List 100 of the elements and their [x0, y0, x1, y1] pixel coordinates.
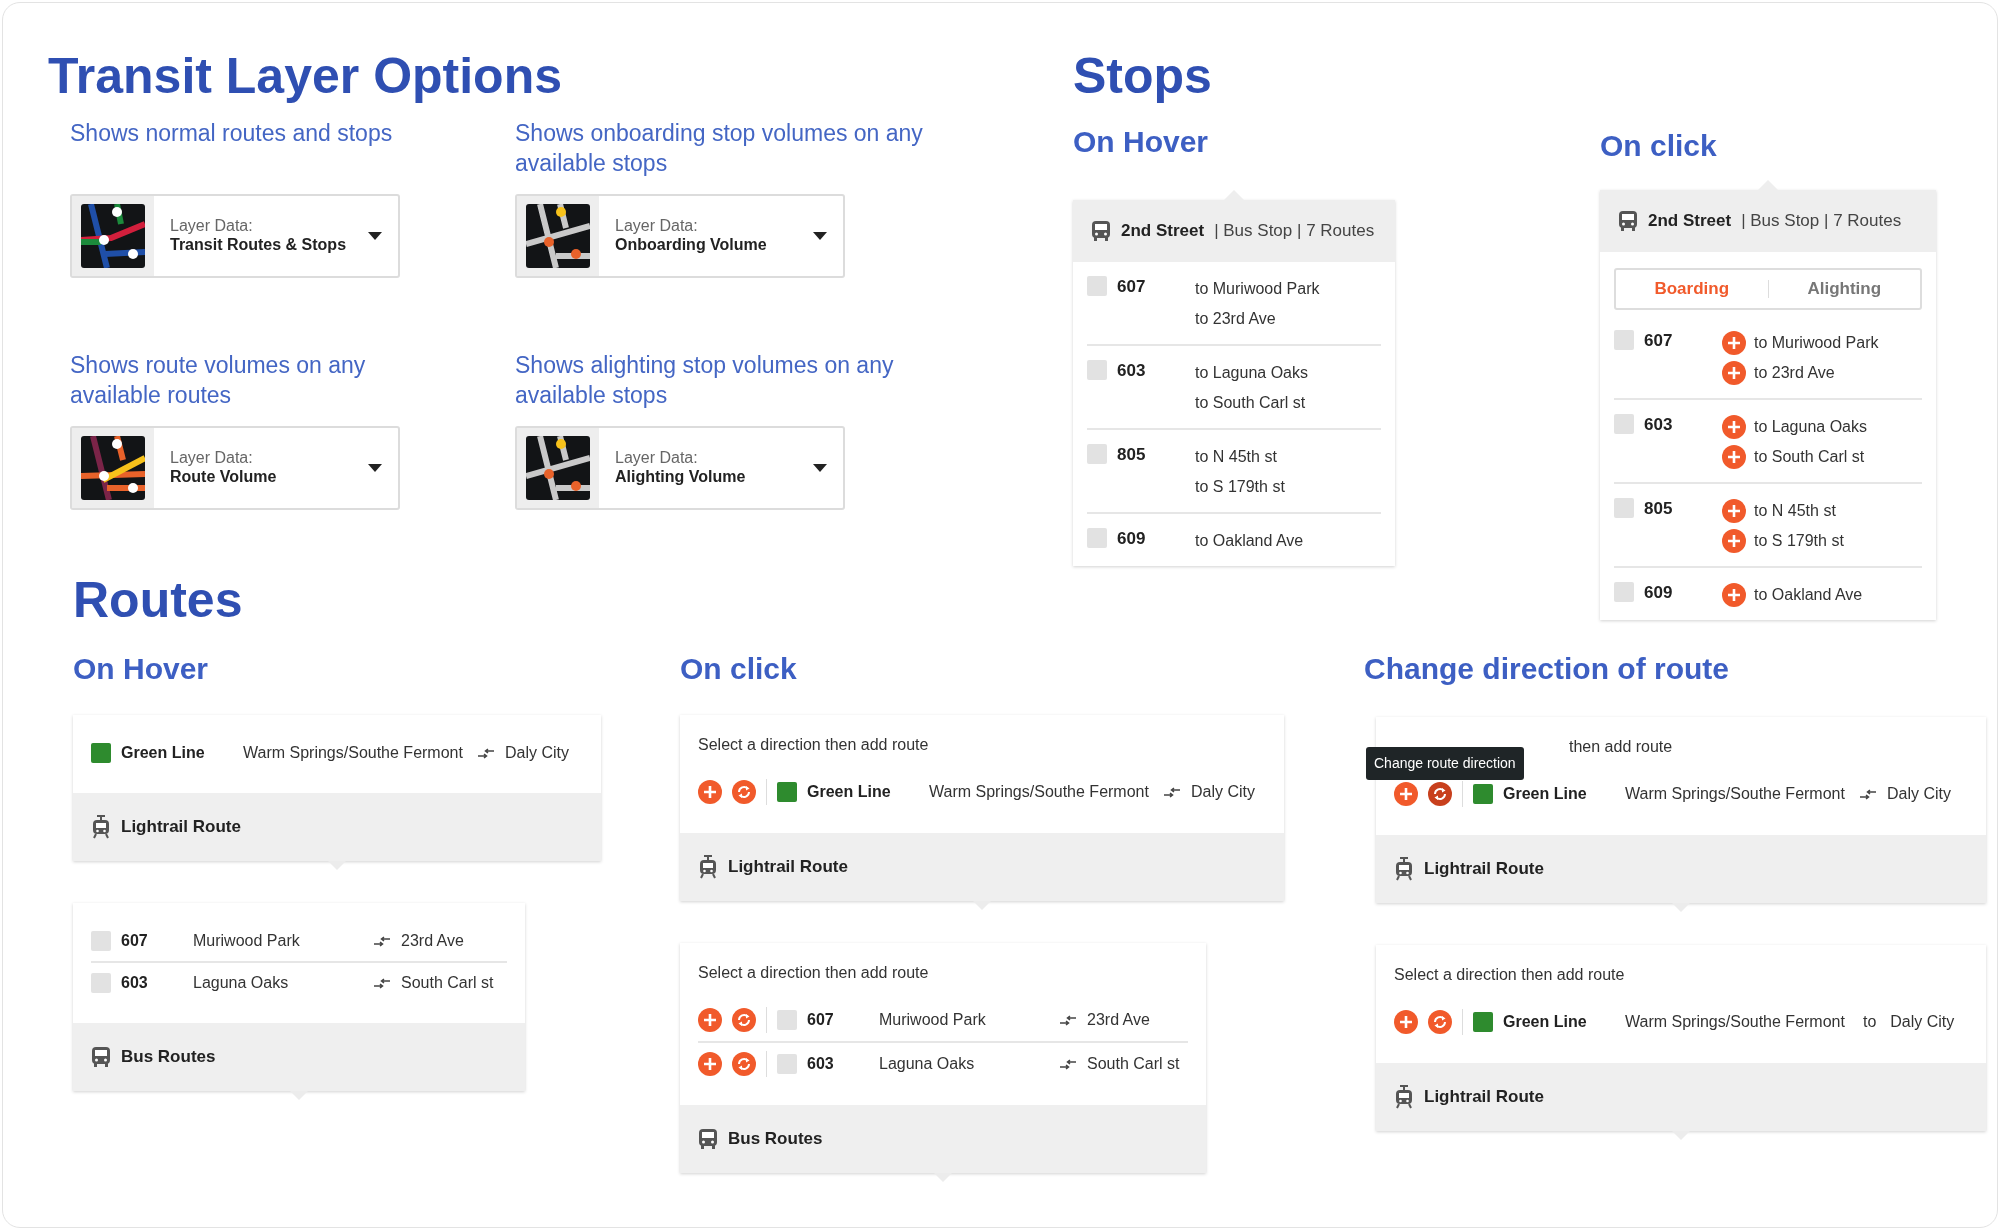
stop-details: | Bus Stop | 7 Routes [1741, 209, 1902, 232]
tab[interactable]: Alighting [1768, 275, 1920, 302]
add-icon[interactable] [698, 1008, 722, 1032]
section-title: Routes [73, 571, 244, 629]
checkbox[interactable] [91, 973, 111, 993]
bus-icon [1091, 219, 1111, 242]
tram-icon [91, 815, 111, 839]
destination: to N 45th st [1195, 446, 1277, 467]
section-heading: Change direction of route [1364, 651, 1730, 687]
swap-arrows-icon [373, 977, 391, 989]
route-name: Green Line [121, 743, 206, 763]
section-title: Transit Layer Options [48, 48, 563, 106]
caret-icon[interactable] [813, 463, 827, 472]
section-heading: On click [1600, 127, 1718, 164]
checkbox[interactable] [1614, 329, 1634, 350]
route-number: 603 [1643, 413, 1674, 436]
destination: to Muriwood Park [1195, 278, 1320, 299]
tram-icon [1394, 857, 1414, 881]
add-icon[interactable] [1722, 330, 1746, 355]
reverse-icon[interactable] [732, 1008, 756, 1032]
checkbox[interactable] [1087, 275, 1107, 296]
destination: to South Carl st [1754, 446, 1865, 467]
add-icon[interactable] [1722, 528, 1746, 553]
dropdown-value: Onboarding Volume [615, 234, 768, 255]
layer-dropdown[interactable]: Layer Data: Alighting Volume [515, 425, 845, 510]
route-destination: South Carl st [401, 973, 494, 993]
checkbox[interactable] [1614, 497, 1634, 518]
bus-icon [1618, 209, 1638, 232]
route-origin: Muriwood Park [193, 931, 301, 951]
add-icon[interactable] [1722, 444, 1746, 469]
stop-details: | Bus Stop | 7 Routes [1214, 219, 1375, 242]
reverse-icon[interactable] [732, 780, 756, 804]
checkbox[interactable] [1614, 413, 1634, 434]
add-icon[interactable] [1722, 360, 1746, 385]
route-number: 607 [1643, 329, 1674, 352]
checkbox[interactable] [1614, 581, 1634, 602]
route-name: Green Line [1503, 1012, 1588, 1032]
add-icon[interactable] [1394, 1010, 1418, 1034]
dropdown-label: Layer Data: [170, 215, 254, 235]
route-destination: Daly City [1886, 784, 1951, 804]
checkbox[interactable] [777, 1010, 797, 1030]
reverse-icon[interactable] [1428, 1010, 1452, 1034]
map-thumbnail-icon [81, 435, 145, 500]
route-type-label: Lightrail Route [1424, 858, 1544, 881]
add-icon[interactable] [1722, 582, 1746, 607]
map-thumbnail-icon [526, 203, 590, 268]
add-icon[interactable] [1722, 414, 1746, 439]
reverse-icon[interactable] [1428, 782, 1452, 806]
route-origin: Muriwood Park [879, 1010, 987, 1030]
route-origin: Warm Springs/Southe Fermont [929, 782, 1149, 802]
route-origin: Warm Springs/Southe Fermont [243, 743, 463, 763]
route-type-label: Lightrail Route [728, 856, 848, 879]
checkbox[interactable] [1087, 527, 1107, 548]
route-type-label: Bus Routes [121, 1046, 216, 1069]
route-destination: 23rd Ave [1087, 1010, 1150, 1030]
checkbox[interactable] [1087, 359, 1107, 380]
route-type-label: Lightrail Route [1424, 1086, 1544, 1109]
destination: to Laguna Oaks [1195, 362, 1308, 383]
checkbox[interactable] [777, 1054, 797, 1074]
add-icon[interactable] [1722, 498, 1746, 523]
destination: to Muriwood Park [1754, 332, 1879, 353]
caret-icon[interactable] [368, 463, 382, 472]
route-name: Green Line [807, 782, 892, 802]
map-thumbnail-icon [526, 435, 590, 500]
checkbox[interactable] [1087, 443, 1107, 464]
layer-dropdown[interactable]: Layer Data: Transit Routes & Stops [70, 193, 400, 278]
instruction-text: Select a direction then add route [698, 963, 930, 983]
section-heading: On Hover [1073, 123, 1210, 160]
route-destination: Daly City [1190, 782, 1255, 802]
section-heading: On click [680, 651, 798, 687]
option-description: Shows normal routes and stops [70, 118, 394, 148]
reverse-icon[interactable] [732, 1052, 756, 1076]
dropdown-label: Layer Data: [170, 447, 254, 467]
layer-dropdown[interactable]: Layer Data: Onboarding Volume [515, 193, 845, 278]
swap-arrows-icon [1059, 1014, 1077, 1026]
option-description: Shows onboarding stop volumes on any available stops [515, 118, 924, 178]
option-description: Shows route volumes on any available routes [70, 350, 367, 410]
destination: to 23rd Ave [1754, 362, 1835, 383]
section-title: Stops [1073, 48, 1213, 106]
add-icon[interactable] [698, 1052, 722, 1076]
caret-icon[interactable] [813, 231, 827, 240]
destination: to Laguna Oaks [1754, 416, 1867, 437]
route-name: 607 [807, 1010, 835, 1030]
dropdown-value: Transit Routes & Stops [170, 234, 348, 255]
checkbox[interactable] [91, 931, 111, 951]
caret-icon[interactable] [368, 231, 382, 240]
stop-name: 2nd Street [1121, 219, 1205, 242]
add-icon[interactable] [698, 780, 722, 804]
route-number: 607 [1116, 275, 1147, 298]
route-type-label: Bus Routes [728, 1128, 823, 1151]
section-heading: On Hover [73, 651, 210, 687]
swap-arrows-icon [1858, 788, 1877, 800]
swap-arrows-icon [1059, 1058, 1077, 1070]
stop-name: 2nd Street [1648, 209, 1732, 232]
layer-dropdown[interactable]: Layer Data: Route Volume [70, 425, 400, 510]
route-origin: Laguna Oaks [879, 1054, 976, 1074]
add-icon[interactable] [1394, 782, 1418, 806]
dropdown-label: Layer Data: [615, 447, 699, 467]
tram-icon [1394, 1085, 1414, 1109]
destination: to Oakland Ave [1195, 530, 1304, 551]
